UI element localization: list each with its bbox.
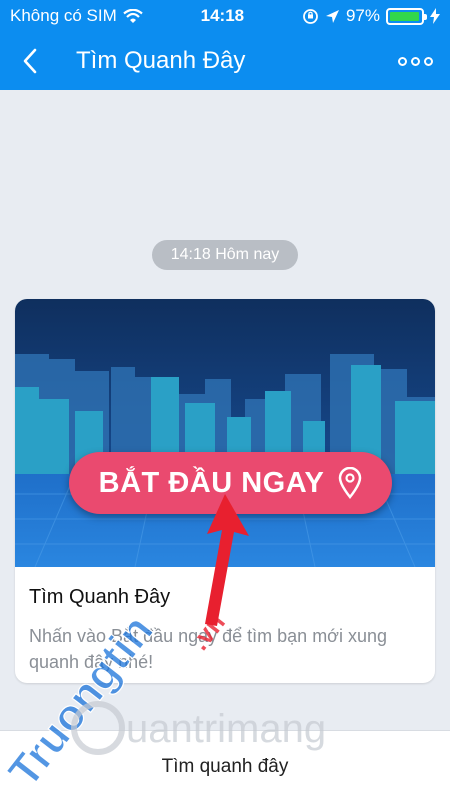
card-title: Tìm Quanh Đây	[29, 586, 171, 608]
location-arrow-icon	[325, 9, 339, 23]
more-dot	[423, 56, 433, 66]
page-title: Tìm Quanh Đây	[76, 47, 246, 74]
chat-content[interactable]: 14:18 Hôm nay BẮT ĐẦU NGAY Tìm Quanh Đây…	[0, 90, 450, 730]
navigation-bar: Tìm Quanh Đây	[0, 32, 450, 90]
battery-percent: 97%	[345, 6, 380, 25]
red-arrow-annotation	[205, 494, 249, 626]
battery-fill	[389, 11, 420, 21]
more-dots-icon	[397, 56, 407, 66]
orientation-lock-icon	[303, 8, 318, 24]
status-right: 97%	[302, 6, 440, 26]
more-options-button[interactable]	[380, 32, 450, 90]
status-bar: Không có SIM 14:18 97%	[0, 0, 450, 32]
more-dot	[410, 56, 420, 66]
bottom-bar[interactable]: Tìm quanh đây	[0, 730, 450, 799]
battery-icon	[385, 7, 427, 25]
charging-bolt-icon	[429, 8, 440, 24]
map-pin-icon	[339, 467, 362, 499]
status-left: Không có SIM	[10, 6, 143, 26]
back-button[interactable]	[0, 32, 60, 90]
bottom-bar-label: Tìm quanh đây	[161, 756, 289, 777]
wifi-icon	[123, 8, 143, 23]
clock-text: 14:18	[200, 6, 245, 25]
card-description: Nhấn vào Bắt đầu ngay để tìm bạn mới xun…	[29, 626, 388, 672]
chevron-left-icon	[23, 48, 37, 74]
timestamp-pill: 14:18 Hôm nay	[152, 240, 298, 270]
carrier-text: Không có SIM	[10, 6, 117, 25]
